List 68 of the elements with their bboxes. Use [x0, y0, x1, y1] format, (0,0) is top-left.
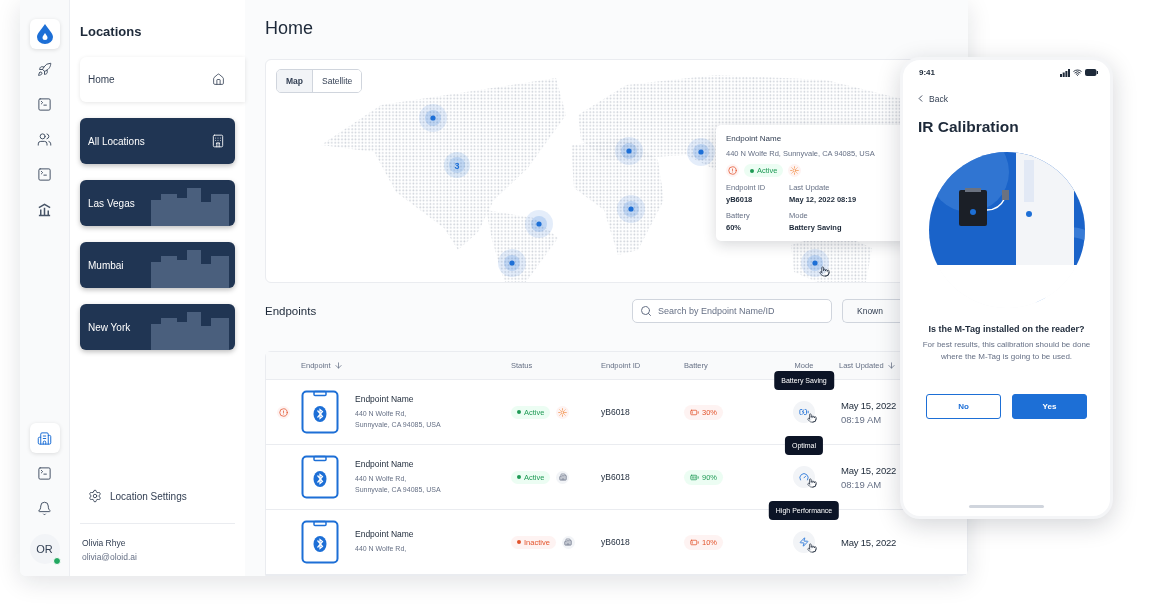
- battery-full-icon: [690, 472, 699, 482]
- battery-low-icon: [690, 537, 699, 547]
- page-title: Home: [265, 17, 314, 41]
- user-email: olivia@oloid.ai: [81, 552, 138, 562]
- map-marker-icon[interactable]: [498, 249, 526, 278]
- status-time: 9:41: [919, 68, 935, 77]
- building-icon[interactable]: [29, 423, 60, 453]
- hand-cursor-icon: [807, 543, 817, 553]
- hand-cursor-icon: [807, 478, 817, 488]
- battery-charging-icon[interactable]: [793, 401, 815, 423]
- sun-icon: [556, 405, 570, 419]
- hand-cursor-icon: [819, 266, 830, 277]
- battery-low-icon: [690, 407, 699, 417]
- map-marker-icon[interactable]: [687, 138, 715, 167]
- bluetooth-device-icon: [301, 390, 339, 434]
- bluetooth-device-icon: [301, 520, 339, 564]
- date-text: May 15, 2022: [841, 399, 897, 411]
- settings-icon: [88, 489, 102, 503]
- date-text: May 15, 2022: [841, 536, 897, 548]
- building-icon: [211, 134, 225, 148]
- popup-title: Endpoint Name: [726, 134, 783, 144]
- map-view-tab[interactable]: Satellite: [312, 70, 362, 93]
- date-text: May 15, 2022: [841, 464, 897, 476]
- description-text: For best results, this calibration should be done where the M-Tag is going to be used.: [921, 339, 1092, 364]
- location-item[interactable]: Home: [80, 57, 245, 102]
- screen-title: IR Calibration: [918, 118, 1019, 136]
- home-icon: [212, 73, 225, 86]
- bluetooth-device-icon: [301, 455, 339, 499]
- location-card[interactable]: New York: [80, 304, 235, 350]
- user-name: Olivia Rhye: [81, 538, 127, 548]
- battery-icon: [1085, 69, 1098, 76]
- location-settings-link[interactable]: Location Settings: [80, 481, 245, 511]
- building-icon: [556, 470, 570, 484]
- building-icon: [561, 535, 575, 549]
- answer-button[interactable]: Yes: [1012, 393, 1087, 419]
- map-marker-icon[interactable]: [617, 195, 645, 224]
- search-field[interactable]: Search by Endpoint Name/ID: [632, 299, 832, 323]
- map-marker-icon[interactable]: [419, 104, 447, 133]
- endpoint-id: yB6018: [601, 472, 630, 482]
- filter-button[interactable]: Known: [842, 299, 900, 323]
- time-text: 08:19 AM: [841, 478, 883, 490]
- signal-icon: [1060, 68, 1070, 77]
- time-text: 08:19 AM: [841, 413, 883, 425]
- endpoint-id: yB6018: [601, 537, 630, 547]
- map-marker-icon[interactable]: [525, 210, 553, 239]
- search-icon: [640, 305, 652, 317]
- map-view-tab[interactable]: Map: [277, 70, 312, 93]
- map-marker-icon[interactable]: [801, 249, 829, 278]
- lightning-icon[interactable]: [793, 531, 815, 553]
- location-card[interactable]: Las Vegas: [80, 180, 235, 226]
- endpoint-name: Endpoint Name: [355, 458, 415, 469]
- user-avatar[interactable]: OR: [29, 534, 60, 564]
- answer-button[interactable]: No: [926, 393, 1001, 419]
- back-link[interactable]: Back: [915, 93, 948, 104]
- endpoint-name: Endpoint Name: [355, 393, 415, 404]
- wifi-icon: [1073, 68, 1082, 77]
- section-title: Endpoints: [265, 305, 318, 317]
- map-marker-icon[interactable]: [615, 137, 643, 166]
- hand-cursor-icon: [807, 413, 817, 423]
- location-card[interactable]: All Locations: [80, 118, 235, 164]
- location-card[interactable]: Mumbai: [80, 242, 235, 288]
- sun-icon: [788, 164, 802, 178]
- gauge-icon[interactable]: [793, 466, 815, 488]
- logo-icon[interactable]: [29, 19, 60, 49]
- panel-title: Locations: [80, 23, 143, 41]
- question-text: Is the M-Tag installed on the reader?: [928, 324, 1085, 334]
- endpoint-id: yB6018: [601, 407, 630, 417]
- endpoint-name: Endpoint Name: [355, 529, 414, 540]
